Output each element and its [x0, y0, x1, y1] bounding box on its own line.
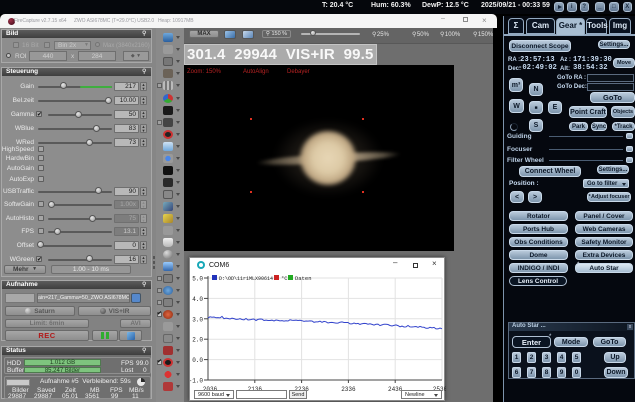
svg-text:D:\OD\11r1MLX90614: D:\OD\11r1MLX90614 [219, 276, 273, 282]
svg-text:2336: 2336 [341, 386, 356, 393]
svg-text:0.0: 0.0 [192, 357, 203, 364]
svg-text:5.0: 5.0 [192, 276, 203, 283]
svg-text:Daten: Daten [295, 275, 312, 282]
svg-text:2.0: 2.0 [192, 337, 203, 344]
svg-text:°C: °C [281, 275, 288, 282]
svg-text:-1.0: -1.0 [190, 378, 203, 385]
svg-text:3.0: 3.0 [192, 316, 203, 323]
svg-text:4.0: 4.0 [192, 296, 203, 303]
